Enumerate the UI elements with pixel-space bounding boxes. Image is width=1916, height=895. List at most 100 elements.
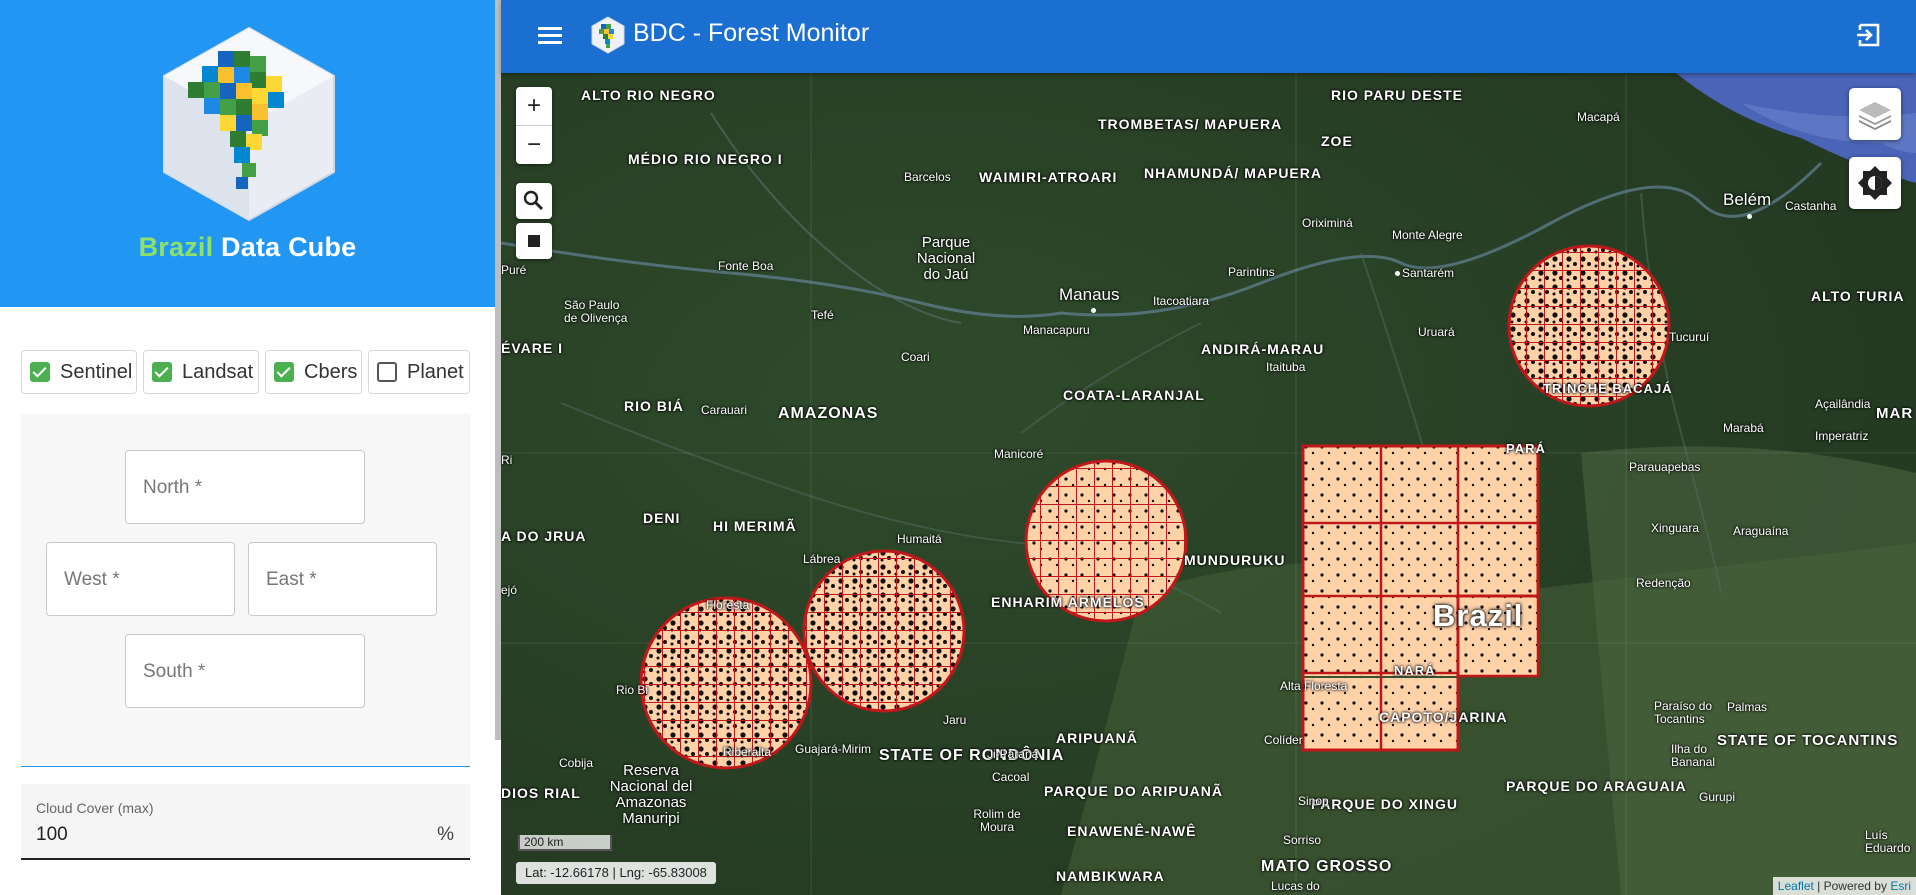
city-label: Floresta [706,598,750,612]
draw-rectangle-button[interactable] [516,223,552,259]
map-label: ZOE [1321,133,1353,149]
zoom-control: + − [516,87,552,164]
map-label: CAPOTO/JARINA [1379,709,1508,725]
map-label: MÉDIO RIO NEGRO I [628,151,783,167]
leaflet-link[interactable]: Leaflet [1778,879,1814,893]
collection-label: Landsat [182,360,254,383]
city-label: Paraíso do Tocantins [1654,699,1713,726]
city-label: Rio Bi [616,683,649,697]
city-label: Redenção [1636,576,1691,590]
city-label: Oriximiná [1302,216,1353,230]
city-label: Itaituba [1266,360,1306,374]
app-title: BDC - Forest Monitor [633,19,870,47]
west-field[interactable] [46,542,235,617]
city-label: Riberalta [723,745,772,759]
checkbox-checked-icon[interactable] [274,362,294,382]
map-label: RIO BIÁ [624,398,684,414]
east-input[interactable] [264,543,425,617]
cloud-cover-input[interactable] [36,824,416,846]
city-label: Açailândia [1815,397,1871,411]
monitor-area-2[interactable] [802,549,966,713]
west-input[interactable] [62,543,223,617]
zoom-out-button[interactable]: − [516,126,552,164]
search-button[interactable] [516,183,552,219]
map-label: NARÁ [1394,663,1436,678]
city-label: Manaus [1059,285,1120,304]
city-label: Ji-Paraná [987,747,1039,761]
city-label: São Paulo de Olivença [564,298,628,325]
city-label: Tucuruí [1669,330,1710,344]
collection-cbers-checkbox[interactable]: Cbers [265,350,362,394]
park-label: Reserva Nacional del Amazonas Manuripi [609,762,693,827]
city-label: Monte Alegre [1392,228,1463,242]
contrast-button[interactable] [1849,157,1901,209]
city-label: Lábrea [803,552,841,566]
collection-sentinel-checkbox[interactable]: Sentinel [21,350,137,394]
logout-icon[interactable] [1854,20,1884,50]
city-label: Jaru [943,713,967,727]
checkbox-unchecked-icon[interactable] [377,362,397,382]
south-field[interactable] [125,634,365,709]
cloud-cover-label: Cloud Cover (max) [36,800,154,816]
map-view[interactable]: ALTO RIO NEGRO RIO PARU DESTE TROMBETAS/… [501,73,1916,895]
hamburger-icon-bar [538,41,562,44]
app-bar: BDC - Forest Monitor [501,0,1916,73]
map-label: WAIMIRI-ATROARI [979,169,1118,185]
east-field[interactable] [248,542,437,617]
menu-button[interactable] [534,20,566,52]
city-label: Itacoatiara [1153,294,1210,308]
attribution-text: | Powered by [1813,879,1891,893]
city-marker [1395,271,1400,276]
checkbox-checked-icon[interactable] [152,362,172,382]
satellite-basemap [501,73,1916,895]
map-label: RIO PARU DESTE [1331,87,1463,103]
city-label: Manacapuru [1023,323,1090,337]
city-label: Barcelos [904,170,951,184]
monitor-area-1[interactable] [639,596,813,770]
cloud-cover-field[interactable]: Cloud Cover (max) % [21,784,470,860]
map-label: TRINCHE BACAJÁ [1543,381,1673,396]
hamburger-icon-bar [538,34,562,37]
city-label: Coari [901,350,930,364]
map-label: NHAMUNDÁ/ MAPUERA [1144,165,1322,181]
map-label: PARQUE DO XINGU [1311,796,1458,812]
city-label: Ilha do Bananal [1671,742,1716,769]
map-label: MUNDURUKU [1184,552,1286,568]
city-label: Humaitá [897,532,942,546]
map-attribution: Leaflet | Powered by Esri [1772,877,1916,895]
brazil-data-cube-logo [163,26,335,222]
collection-label: Sentinel [60,360,133,383]
city-label: Sinop [1298,794,1329,808]
collection-label: Planet [407,360,464,383]
collection-planet-checkbox[interactable]: Planet [368,350,470,394]
north-field[interactable] [125,450,365,525]
map-label: AMAZONAS [778,405,879,422]
city-label: ejó [501,583,518,597]
map-label: ALTO RIO NEGRO [581,87,716,103]
city-label: Marabá [1723,421,1764,435]
collection-landsat-checkbox[interactable]: Landsat [143,350,259,394]
city-label: Sorriso [1283,833,1322,847]
logo-area: Brazil Data Cube [0,0,495,307]
city-label: Alta Floresta [1280,679,1348,693]
esri-link[interactable]: Esri [1890,879,1911,893]
city-label: Cobija [559,756,594,770]
app-logo-icon [591,16,625,54]
city-label: Imperatriz [1815,429,1869,443]
city-label: Colíder [1264,733,1303,747]
map-label: ANDIRÁ-MARAU [1201,341,1325,357]
map-label: STATE OF TOCANTINS [1717,732,1899,749]
sidebar: Brazil Data Cube Sentinel Landsat Cbers … [0,0,495,895]
zoom-in-button[interactable]: + [516,87,552,126]
city-label: Parintins [1228,265,1275,279]
city-label: Castanha [1785,199,1837,213]
city-label: Ri [501,453,513,467]
layers-button[interactable] [1849,88,1901,140]
map-label: DENI [643,510,681,526]
north-input[interactable] [141,451,353,525]
checkbox-checked-icon[interactable] [30,362,50,382]
city-label: Luís Eduardo [1865,828,1911,855]
south-input[interactable] [141,635,353,709]
brightness-icon [1858,166,1892,200]
map-label: ALTO TURIA [1811,288,1905,304]
